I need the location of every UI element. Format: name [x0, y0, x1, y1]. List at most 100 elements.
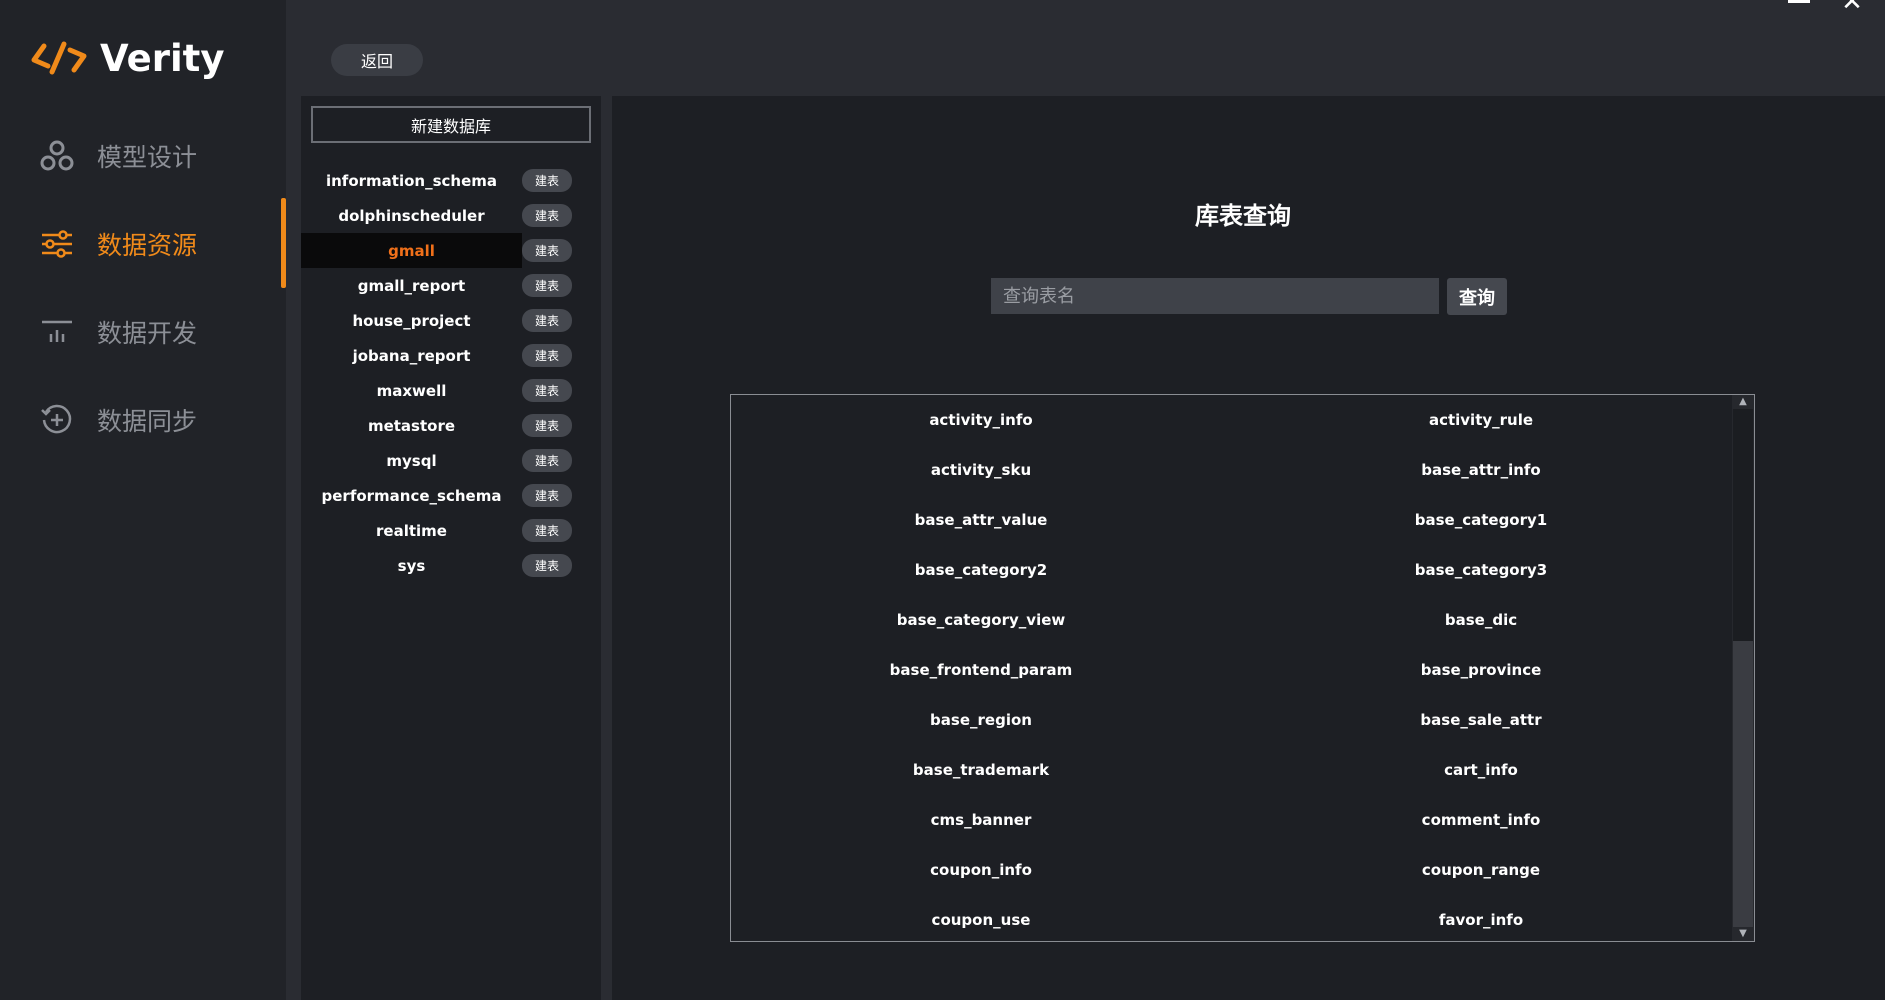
database-name[interactable]: maxwell	[301, 373, 522, 408]
nav-data-resource[interactable]: 数据资源	[0, 214, 286, 274]
database-name[interactable]: sys	[301, 548, 522, 583]
table-name-item[interactable]: activity_info	[731, 395, 1231, 445]
database-name[interactable]: mysql	[301, 443, 522, 478]
app-window: Verity 模型设计 数据资源 数据开发 数据同步 返回 ✕ 新建数据库 in…	[0, 0, 1885, 1000]
create-table-button[interactable]: 建表	[522, 239, 572, 262]
data-dev-icon	[42, 320, 72, 342]
table-row: coupon_info coupon_range	[731, 845, 1731, 895]
table-grid: activity_info activity_rule activity_sku ba…	[731, 395, 1731, 941]
nav-label: 模型设计	[97, 143, 198, 172]
scroll-up-icon[interactable]: ▲	[1732, 395, 1754, 409]
database-row: realtime 建表	[301, 513, 601, 548]
table-row: coupon_use favor_info	[731, 895, 1731, 941]
table-name-item[interactable]: base_attr_value	[731, 495, 1231, 545]
scroll-down-icon[interactable]: ▼	[1732, 927, 1754, 941]
table-name-item[interactable]: base_category1	[1231, 495, 1731, 545]
database-name[interactable]: gmall	[301, 233, 522, 268]
create-table-button[interactable]: 建表	[522, 449, 572, 472]
close-icon[interactable]: ✕	[1840, 0, 1864, 15]
database-name[interactable]: metastore	[301, 408, 522, 443]
create-table-button[interactable]: 建表	[522, 169, 572, 192]
table-name-item[interactable]: base_province	[1231, 645, 1731, 695]
main-content: 库表查询 查询 activity_infoactivity_ruleactivi…	[612, 96, 1885, 1000]
search-button[interactable]: 查询	[1447, 278, 1507, 315]
logo: Verity	[30, 36, 224, 80]
table-name-item[interactable]: base_frontend_param	[731, 645, 1231, 695]
table-name-item[interactable]: activity_rule	[1231, 395, 1731, 445]
database-name[interactable]: jobana_report	[301, 338, 522, 373]
table-name-item[interactable]: coupon_use	[731, 895, 1231, 941]
nav-label: 数据资源	[97, 231, 198, 260]
table-name-item[interactable]: base_trademark	[731, 745, 1231, 795]
table-list-box[interactable]: activity_info activity_rule activity_sku ba…	[730, 394, 1755, 942]
database-name[interactable]: realtime	[301, 513, 522, 548]
database-row: maxwell 建表	[301, 373, 601, 408]
database-row: gmall_report 建表	[301, 268, 601, 303]
table-search-input[interactable]	[991, 278, 1439, 314]
database-row: performance_schema 建表	[301, 478, 601, 513]
nav-label: 数据同步	[97, 407, 198, 436]
model-design-icon	[40, 140, 74, 171]
new-database-button[interactable]: 新建数据库	[311, 106, 591, 143]
create-table-button[interactable]: 建表	[522, 554, 572, 577]
table-name-item[interactable]: cart_info	[1231, 745, 1731, 795]
table-name-item[interactable]: cms_banner	[731, 795, 1231, 845]
database-panel: 新建数据库 information_schema 建表 dolphinschedul…	[301, 96, 601, 1000]
table-name-item[interactable]: base_region	[731, 695, 1231, 745]
create-table-button[interactable]: 建表	[522, 519, 572, 542]
database-list: information_schema 建表 dolphinscheduler 建表 gm…	[301, 163, 601, 583]
table-name-item[interactable]: activity_sku	[731, 445, 1231, 495]
sidebar: Verity 模型设计 数据资源 数据开发 数据同步	[0, 0, 286, 1000]
table-name-item[interactable]: base_attr_info	[1231, 445, 1731, 495]
create-table-button[interactable]: 建表	[522, 484, 572, 507]
nav-label: 数据开发	[97, 319, 198, 348]
minimize-icon[interactable]	[1788, 0, 1810, 3]
table-name-item[interactable]: base_sale_attr	[1231, 695, 1731, 745]
table-row: base_category_view base_dic	[731, 595, 1731, 645]
verity-logo-icon	[31, 41, 87, 75]
data-sync-icon	[41, 404, 72, 434]
database-row: mysql 建表	[301, 443, 601, 478]
create-table-button[interactable]: 建表	[522, 309, 572, 332]
database-row: metastore 建表	[301, 408, 601, 443]
table-name-item[interactable]: base_category_view	[731, 595, 1231, 645]
table-name-item[interactable]: base_dic	[1231, 595, 1731, 645]
database-row: gmall 建表	[301, 233, 601, 268]
database-name[interactable]: performance_schema	[301, 478, 522, 513]
scroll-thumb[interactable]	[1733, 409, 1753, 641]
database-row: dolphinscheduler 建表	[301, 198, 601, 233]
back-button[interactable]: 返回	[331, 44, 423, 76]
table-name-item[interactable]: coupon_range	[1231, 845, 1731, 895]
table-row: base_region base_sale_attr	[731, 695, 1731, 745]
database-name[interactable]: information_schema	[301, 163, 522, 198]
table-row: base_category2 base_category3	[731, 545, 1731, 595]
table-name-item[interactable]: favor_info	[1231, 895, 1731, 941]
create-table-button[interactable]: 建表	[522, 344, 572, 367]
nav-data-dev[interactable]: 数据开发	[0, 302, 286, 362]
table-row: base_frontend_param base_province	[731, 645, 1731, 695]
database-row: house_project 建表	[301, 303, 601, 338]
table-name-item[interactable]: base_category3	[1231, 545, 1731, 595]
table-name-item[interactable]: base_category2	[731, 545, 1231, 595]
table-row: base_trademark cart_info	[731, 745, 1731, 795]
database-name[interactable]: dolphinscheduler	[301, 198, 522, 233]
database-name[interactable]: gmall_report	[301, 268, 522, 303]
active-nav-indicator	[281, 198, 286, 288]
table-name-item[interactable]: coupon_info	[731, 845, 1231, 895]
database-name[interactable]: house_project	[301, 303, 522, 338]
scroll-track[interactable]	[1733, 641, 1753, 927]
table-row: activity_info activity_rule	[731, 395, 1731, 445]
table-name-item[interactable]: comment_info	[1231, 795, 1731, 845]
table-row: base_attr_value base_category1	[731, 495, 1731, 545]
table-row: activity_sku base_attr_info	[731, 445, 1731, 495]
create-table-button[interactable]: 建表	[522, 414, 572, 437]
database-row: jobana_report 建表	[301, 338, 601, 373]
database-row: sys 建表	[301, 548, 601, 583]
nav-data-sync[interactable]: 数据同步	[0, 390, 286, 450]
create-table-button[interactable]: 建表	[522, 274, 572, 297]
create-table-button[interactable]: 建表	[522, 204, 572, 227]
nav-model-design[interactable]: 模型设计	[0, 126, 286, 186]
table-row: cms_banner comment_info	[731, 795, 1731, 845]
scrollbar[interactable]: ▲ ▼	[1732, 395, 1754, 941]
create-table-button[interactable]: 建表	[522, 379, 572, 402]
